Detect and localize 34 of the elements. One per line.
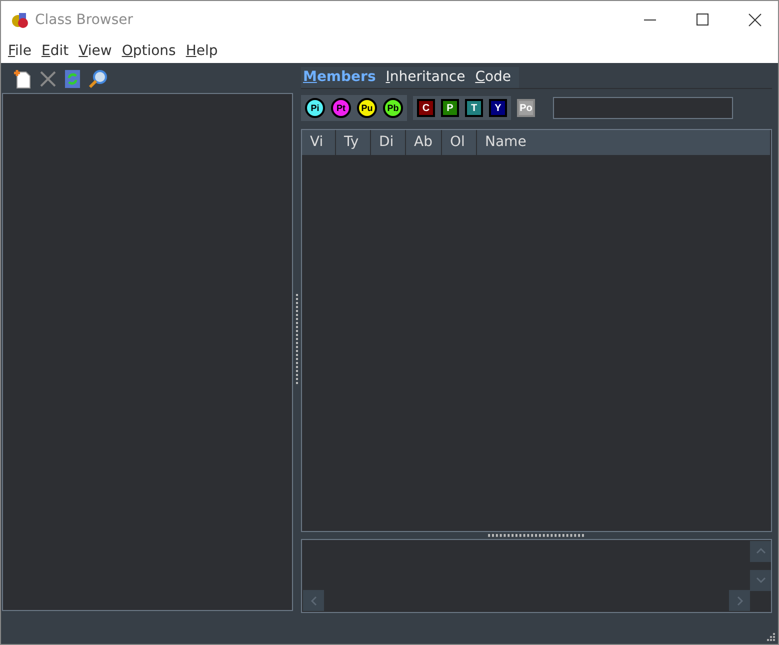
menu-item[interactable]: Options: [118, 43, 183, 59]
scope-filter-button[interactable]: Pb: [383, 98, 403, 118]
search-icon[interactable]: [88, 69, 108, 89]
menu-item[interactable]: Edit: [38, 43, 76, 59]
delete-icon[interactable]: [38, 69, 58, 89]
column-header[interactable]: Name: [477, 130, 771, 155]
column-header[interactable]: Ab: [406, 130, 442, 155]
scope-filter-button[interactable]: Pt: [331, 98, 351, 118]
resize-grip-icon[interactable]: [767, 633, 775, 641]
tab[interactable]: Inheritance: [384, 67, 474, 88]
window-title: Class Browser: [35, 12, 134, 28]
new-file-icon[interactable]: [12, 69, 32, 89]
column-header[interactable]: Ol: [442, 130, 477, 155]
type-filter-button[interactable]: T: [465, 99, 483, 118]
app-icon: [11, 11, 29, 29]
tab[interactable]: Code: [473, 67, 520, 88]
type-filter-button[interactable]: Y: [489, 99, 507, 118]
splitter-handle[interactable]: [293, 294, 301, 384]
search-field[interactable]: [553, 97, 733, 120]
menu-item[interactable]: View: [76, 43, 119, 59]
column-header[interactable]: Di: [371, 130, 406, 155]
type-filter-button[interactable]: P: [441, 99, 459, 118]
scroll-up-icon[interactable]: [750, 540, 771, 562]
refresh-icon[interactable]: [64, 69, 82, 89]
splitter-handle[interactable]: [486, 532, 586, 538]
scope-filter-button[interactable]: Pu: [357, 98, 377, 118]
menu-item[interactable]: Help: [182, 43, 225, 59]
tab[interactable]: Members: [301, 67, 384, 88]
type-filter-button[interactable]: C: [417, 99, 435, 118]
column-header[interactable]: Ty: [336, 130, 371, 155]
scroll-down-icon[interactable]: [750, 570, 771, 591]
scope-filter-button[interactable]: Pi: [305, 98, 325, 118]
menu-item[interactable]: File: [5, 43, 38, 59]
column-header[interactable]: Vi: [302, 130, 336, 155]
